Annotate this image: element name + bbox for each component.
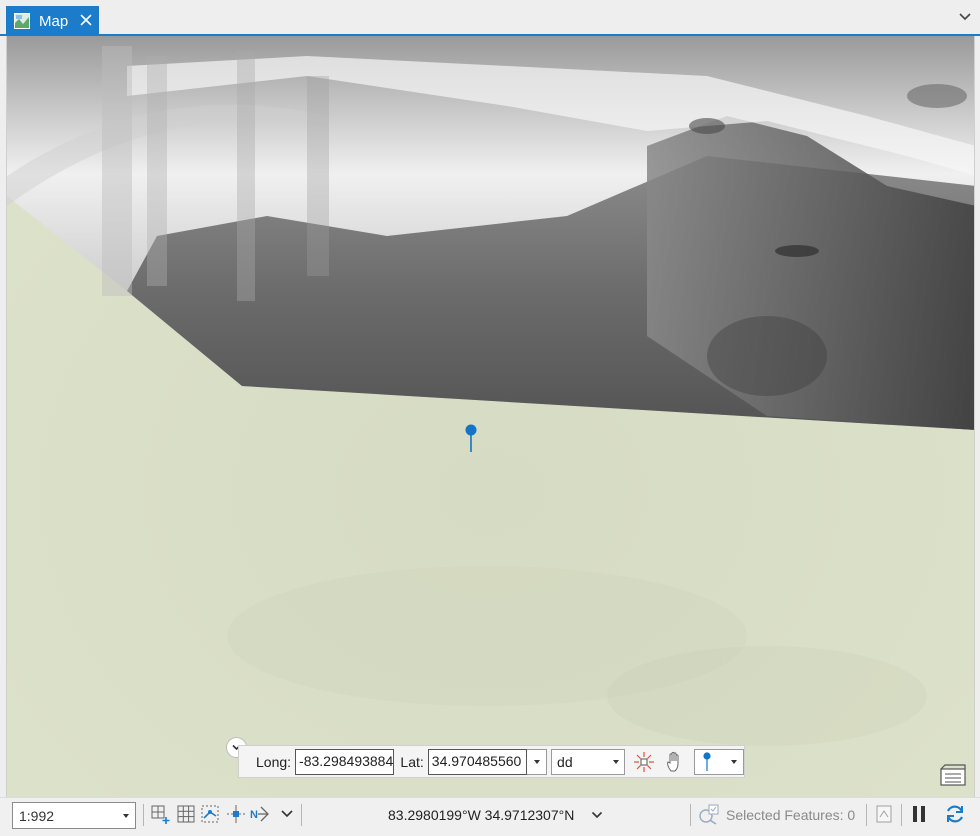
format-select[interactable]: dd <box>551 748 625 775</box>
arcgis-map-window: Map Long: -83.298493884 Lat: 34.97048556… <box>0 0 980 836</box>
divider <box>143 804 144 826</box>
north-arrow-icon[interactable]: N <box>249 803 271 825</box>
dropdown-arrow-icon <box>731 759 738 764</box>
latitude-input[interactable]: 34.970485560 <box>427 748 528 775</box>
refresh-icon[interactable] <box>944 803 966 825</box>
divider <box>301 804 302 826</box>
latitude-dropdown[interactable] <box>527 748 548 775</box>
scale-select[interactable]: 1:992 <box>12 802 136 829</box>
map-pin-icon[interactable] <box>465 424 477 454</box>
svg-text:N: N <box>250 809 258 821</box>
add-pin-select[interactable] <box>694 748 745 775</box>
chevron-down-icon[interactable] <box>276 803 298 825</box>
flash-icon <box>633 751 654 772</box>
snapping-icon[interactable] <box>200 803 222 825</box>
scale-value: 1:992 <box>19 807 55 824</box>
dropdown-arrow-icon <box>612 759 619 764</box>
flash-location-button[interactable] <box>631 749 657 775</box>
catalog-icon[interactable] <box>938 763 968 789</box>
lat-label: Lat: <box>400 753 424 770</box>
refresh-layer-icon[interactable] <box>873 803 895 825</box>
select-features-icon[interactable] <box>698 803 720 825</box>
chevron-down-icon[interactable] <box>958 10 972 24</box>
dropdown-arrow-icon <box>123 813 129 818</box>
tab-strip: Map <box>0 0 980 36</box>
divider <box>901 804 902 826</box>
tab-label: Map <box>39 12 69 30</box>
divider <box>690 804 691 826</box>
long-label: Long: <box>256 753 292 770</box>
close-icon[interactable] <box>78 12 94 28</box>
pointer-coordinates: 83.2980199°W 34.9712307°N <box>388 807 575 823</box>
pan-to-location-button[interactable] <box>662 749 688 775</box>
longitude-input[interactable]: -83.298493884 <box>295 748 395 775</box>
dropdown-arrow-icon <box>533 759 540 764</box>
pause-icon[interactable] <box>908 803 930 825</box>
divider <box>866 804 867 826</box>
map-view[interactable] <box>6 36 975 797</box>
chevron-down-icon[interactable] <box>591 809 603 821</box>
map-pin-icon <box>703 751 711 771</box>
map-icon <box>14 13 30 29</box>
hand-pan-icon <box>667 751 679 771</box>
format-value: dd <box>557 753 573 770</box>
constraints-icon[interactable] <box>225 803 247 825</box>
coordinates-toolbar: Long: -83.298493884 Lat: 34.970485560 dd <box>238 745 745 778</box>
tab-map[interactable]: Map <box>6 6 99 36</box>
status-bar: 1:992 N 83.2980199°W 34.9712307°N Select… <box>0 797 980 836</box>
grid-icon[interactable] <box>175 803 197 825</box>
terrain-surface <box>7 36 974 797</box>
fixed-zoom-icon[interactable] <box>150 803 172 825</box>
selected-features-count[interactable]: Selected Features: 0 <box>726 807 855 823</box>
